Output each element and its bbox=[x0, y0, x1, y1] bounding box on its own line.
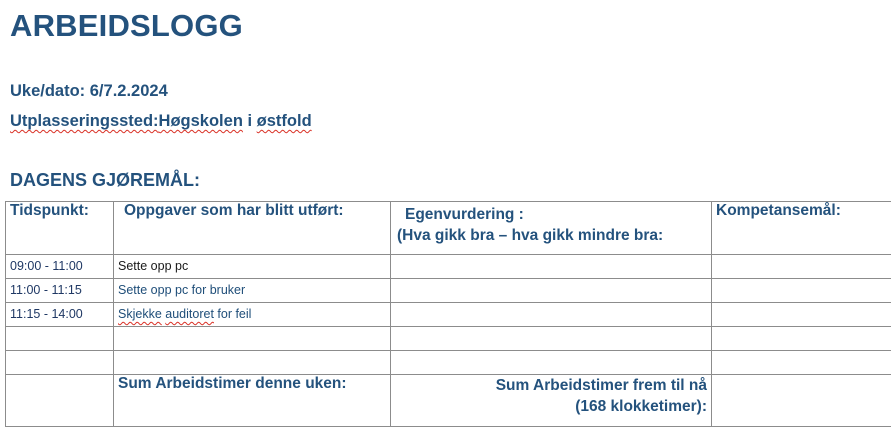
row-task[interactable]: Skjekke auditoret for feil bbox=[113, 302, 391, 327]
row-evaluation[interactable] bbox=[390, 350, 712, 375]
header-self-evaluation-line2: (Hva gikk bra – hva gikk mindre bra: bbox=[397, 227, 664, 244]
placement-school: Høgskolen bbox=[158, 112, 243, 130]
row-time[interactable]: 11:00 - 11:15 bbox=[5, 278, 114, 303]
row-task[interactable]: Sette opp pc for bruker bbox=[113, 278, 391, 303]
row-task-word-2: auditoret bbox=[165, 307, 214, 321]
row-time[interactable]: 09:00 - 11:00 bbox=[5, 254, 114, 279]
row-time[interactable]: 11:15 - 14:00 bbox=[5, 302, 114, 327]
row-competence[interactable] bbox=[711, 326, 891, 351]
section-title: DAGENS GJØREMÅL: bbox=[10, 170, 201, 190]
summary-total-hours-line2: (168 klokketimer): bbox=[575, 398, 707, 415]
table-row bbox=[5, 326, 891, 351]
header-self-evaluation: Egenvurdering : (Hva gikk bra – hva gikk… bbox=[390, 201, 712, 255]
row-evaluation[interactable] bbox=[390, 278, 712, 303]
row-task-rest: for feil bbox=[213, 307, 252, 321]
row-time[interactable] bbox=[5, 350, 114, 375]
row-task[interactable] bbox=[113, 350, 391, 375]
table-row: 11:15 - 14:00 Skjekke auditoret for feil bbox=[5, 302, 891, 327]
table-row bbox=[5, 350, 891, 375]
placement-county: østfold bbox=[256, 112, 312, 130]
placement-label: Utplasseringssted:Høgskolen i østfold bbox=[10, 112, 312, 131]
summary-empty-cell bbox=[5, 374, 114, 427]
week-date-label: Uke/dato: 6/7.2.2024 bbox=[10, 82, 168, 100]
row-evaluation[interactable] bbox=[390, 254, 712, 279]
table-row: 09:00 - 11:00 Sette opp pc bbox=[5, 254, 891, 279]
row-competence[interactable] bbox=[711, 302, 891, 327]
header-self-evaluation-line1: Egenvurdering : bbox=[405, 206, 524, 223]
summary-total-hours: Sum Arbeidstimer frem til nå (168 klokke… bbox=[390, 374, 712, 427]
document-title: ARBEIDSLOGG bbox=[10, 8, 243, 43]
header-competence: Kompetansemål: bbox=[711, 201, 891, 255]
summary-total-value[interactable] bbox=[711, 374, 891, 427]
summary-week-hours: Sum Arbeidstimer denne uken: bbox=[113, 374, 391, 427]
header-time: Tidspunkt: bbox=[5, 201, 114, 255]
row-evaluation[interactable] bbox=[390, 326, 712, 351]
row-task[interactable]: Sette opp pc bbox=[113, 254, 391, 279]
work-log-table: Tidspunkt: Oppgaver som har blitt utført… bbox=[5, 201, 891, 427]
row-time[interactable] bbox=[5, 326, 114, 351]
table-header-row: Tidspunkt: Oppgaver som har blitt utført… bbox=[5, 201, 891, 255]
header-tasks: Oppgaver som har blitt utført: bbox=[113, 201, 391, 255]
placement-connector: i bbox=[242, 112, 257, 130]
row-competence[interactable] bbox=[711, 350, 891, 375]
summary-row: Sum Arbeidstimer denne uken: Sum Arbeids… bbox=[5, 374, 891, 427]
row-competence[interactable] bbox=[711, 254, 891, 279]
row-competence[interactable] bbox=[711, 278, 891, 303]
placement-prefix: Utplasseringssted: bbox=[10, 112, 159, 130]
summary-total-hours-line1: Sum Arbeidstimer frem til nå bbox=[495, 377, 707, 394]
row-evaluation[interactable] bbox=[390, 302, 712, 327]
table-row: 11:00 - 11:15 Sette opp pc for bruker bbox=[5, 278, 891, 303]
row-task-word-1: Skjekke bbox=[118, 307, 162, 321]
row-task[interactable] bbox=[113, 326, 391, 351]
